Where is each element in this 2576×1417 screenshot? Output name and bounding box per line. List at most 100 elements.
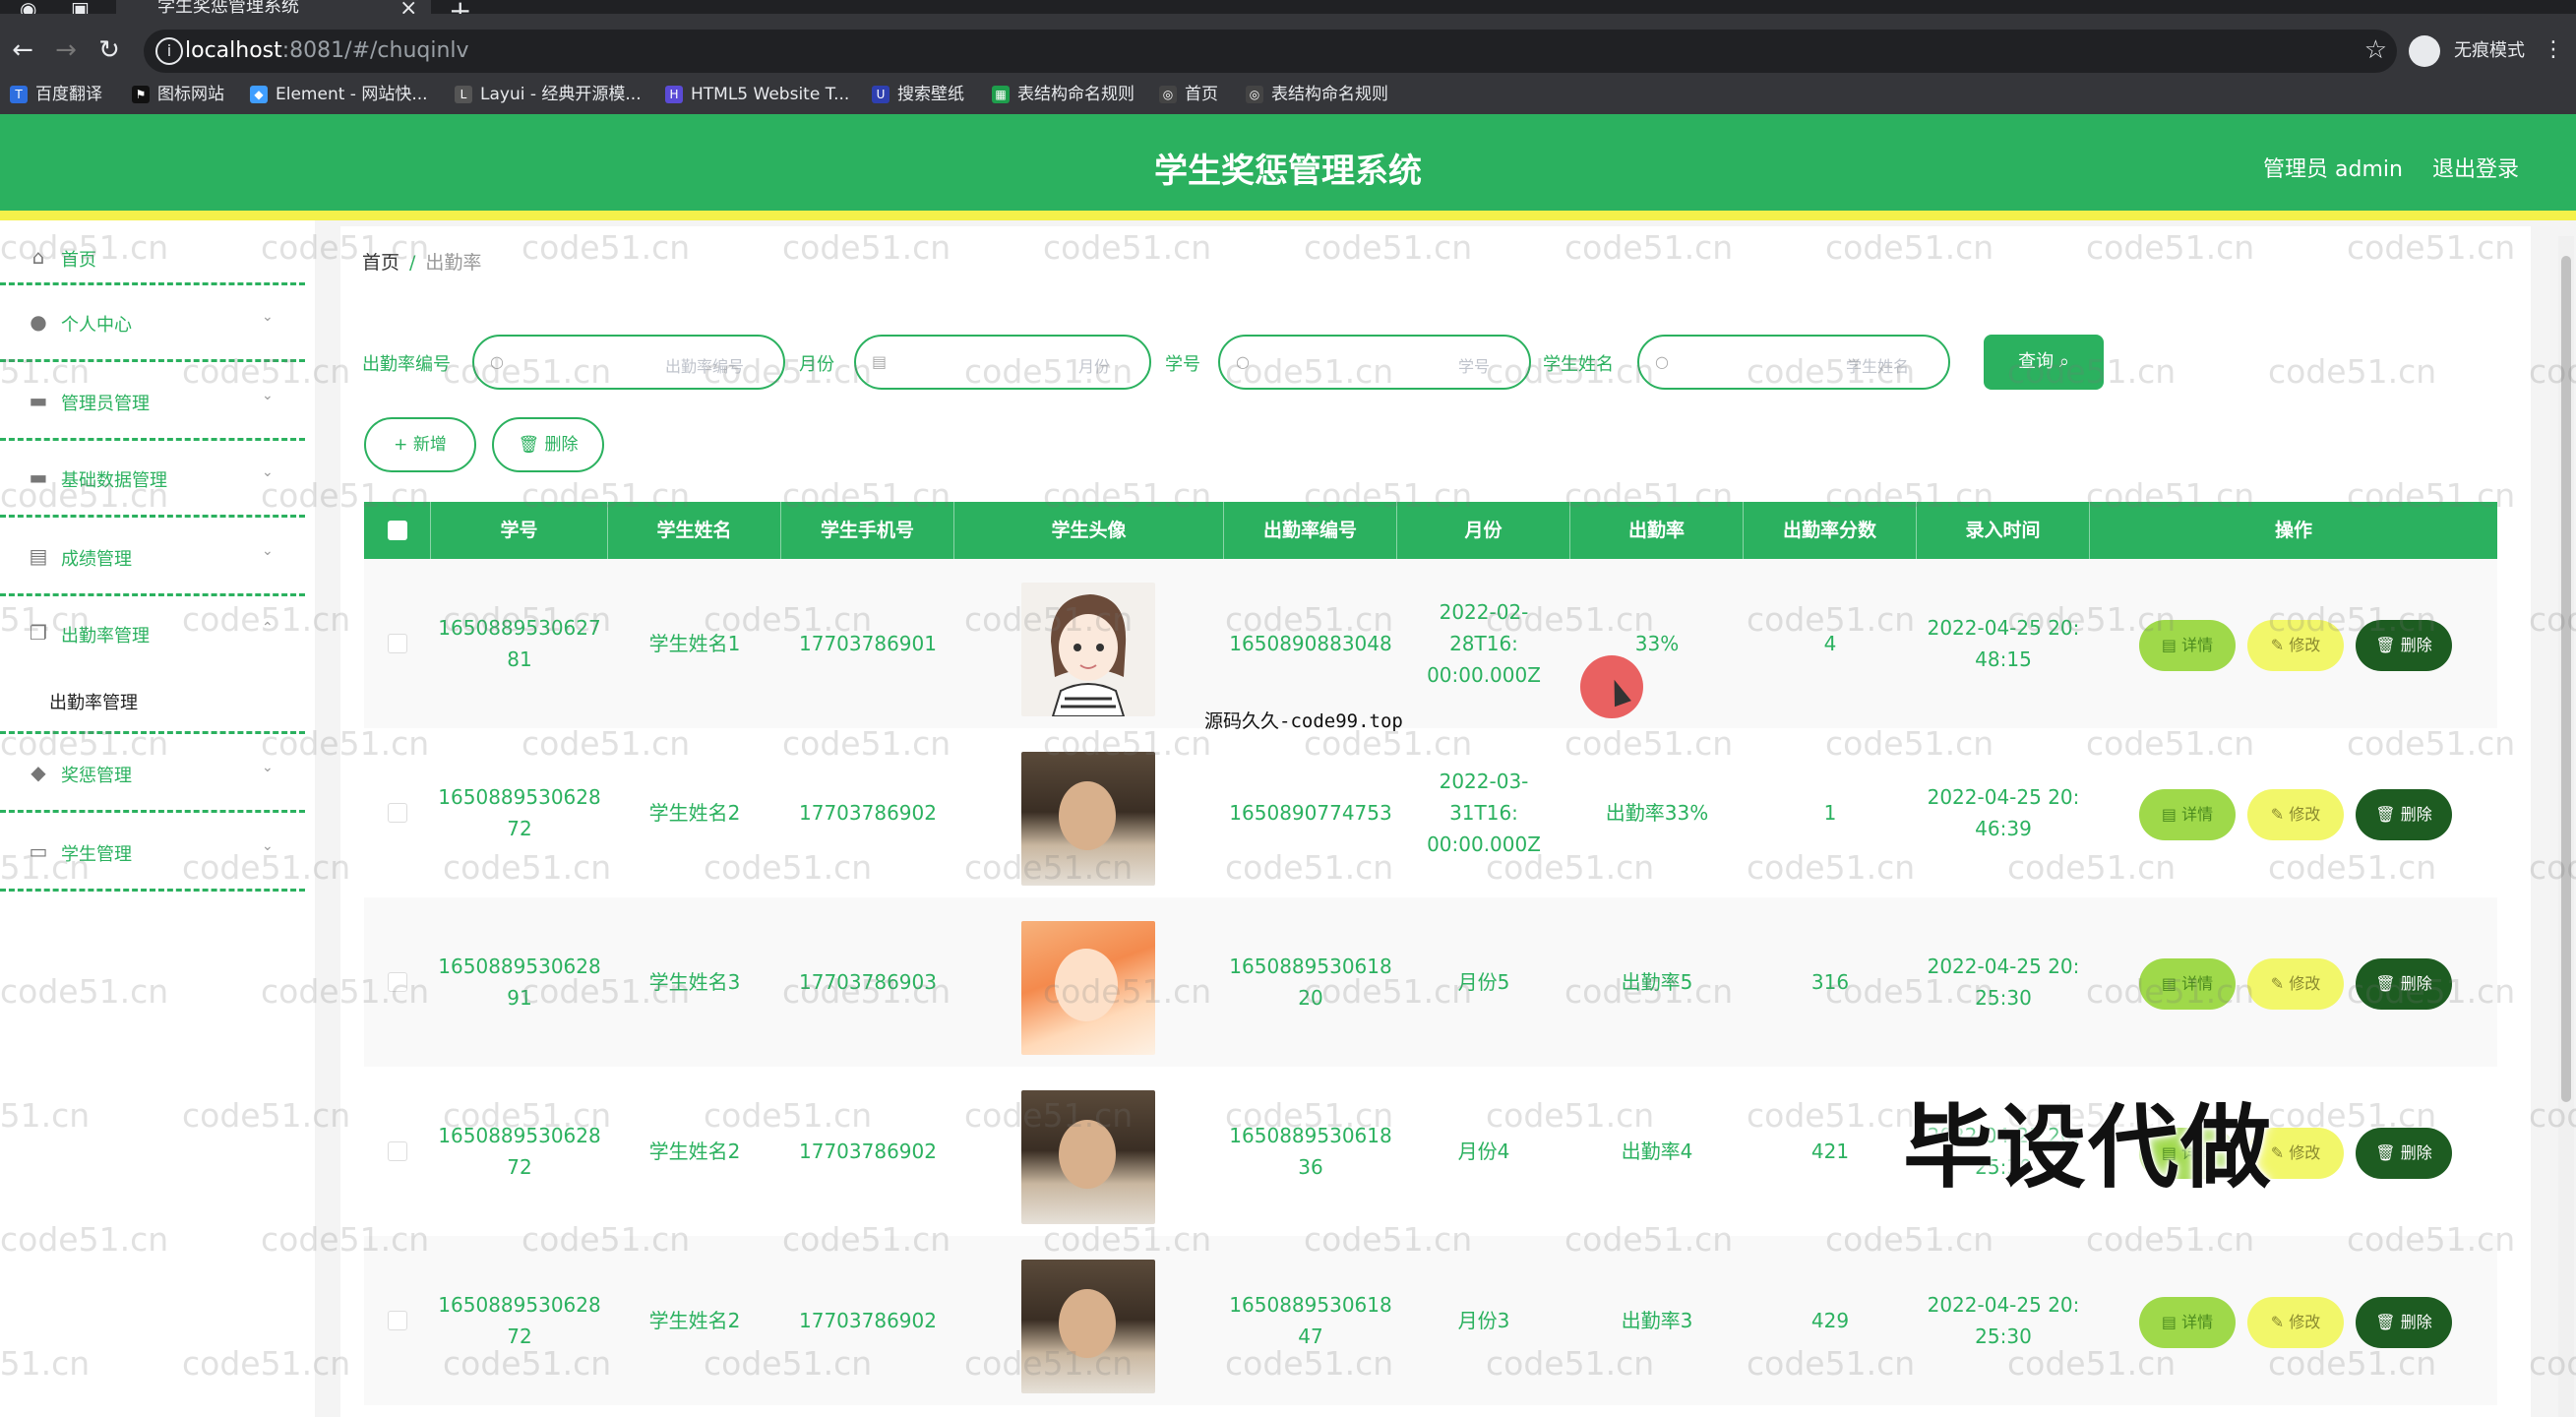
incognito-icon — [2409, 35, 2440, 67]
search-input-xuehao[interactable]: ○ 学号 — [1218, 335, 1531, 390]
detail-button[interactable]: ▤ 详情 — [2139, 620, 2236, 671]
search-icon: ○ — [490, 352, 504, 371]
cell-name: 学生姓名2 — [648, 1140, 741, 1163]
cell-score: 421 — [1810, 1140, 1850, 1163]
cell-xuehao: 1650889530628 72 — [438, 1124, 601, 1179]
info-icon[interactable]: i — [155, 37, 183, 65]
row-checkbox[interactable] — [388, 1311, 407, 1330]
attendance-icon: ❐ — [30, 621, 47, 645]
bookmark-item[interactable]: H HTML5 Website T... — [665, 83, 849, 106]
bookmark-item[interactable]: ◎ 首页 — [1159, 83, 1218, 106]
col-header: 学号 — [431, 502, 608, 559]
row-checkbox[interactable] — [388, 1141, 407, 1161]
header-select-all[interactable] — [364, 502, 431, 559]
breadcrumb: 首页 / 出勤率 — [362, 248, 481, 275]
cell-month: 月份5 — [1457, 970, 1510, 994]
sidebar-item-score[interactable]: ▤ 成绩管理 ⌄ — [0, 520, 305, 596]
cell-score: 4 — [1823, 632, 1837, 655]
edit-button[interactable]: ✎ 修改 — [2247, 1297, 2344, 1348]
forward-icon[interactable]: → — [51, 35, 81, 65]
sidebar-item-student[interactable]: ▭ 学生管理 ⌄ — [0, 815, 305, 892]
cell-name: 学生姓名1 — [648, 632, 741, 655]
row-delete-button[interactable]: 🗑 删除 — [2356, 1297, 2452, 1348]
sidebar-item-label: 管理员管理 — [61, 394, 150, 414]
sidebar-item-profile[interactable]: ● 个人中心 ⌄ — [0, 285, 305, 362]
submenu-item-attendance[interactable]: 出勤率管理 — [49, 689, 138, 714]
col-header: 月份 — [1397, 502, 1570, 559]
score-icon: ▤ — [29, 544, 48, 568]
col-header: 出勤率编号 — [1224, 502, 1397, 559]
row-delete-button[interactable]: 🗑 删除 — [2356, 958, 2452, 1010]
bookmark-item[interactable]: ◆ Element - 网站快... — [250, 83, 428, 106]
row-checkbox[interactable] — [388, 634, 407, 653]
row-delete-button[interactable]: 🗑 删除 — [2356, 1128, 2452, 1179]
add-button[interactable]: + 新增 — [364, 417, 476, 472]
detail-button[interactable]: ▤ 详情 — [2139, 1297, 2236, 1348]
wallpaper-icon: U — [872, 86, 889, 103]
edit-button[interactable]: ✎ 修改 — [2247, 620, 2344, 671]
search-input-code[interactable]: ○ 出勤率编号 — [472, 335, 785, 390]
bookmark-item[interactable]: ▦ 表结构命名规则 — [992, 83, 1135, 106]
sidebar-item-admin[interactable]: ▬ 管理员管理 ⌄ — [0, 364, 305, 441]
cell-rate: 出勤率4 — [1621, 1140, 1693, 1163]
scrollbar-thumb[interactable] — [2561, 256, 2571, 1102]
cell-score: 316 — [1810, 970, 1850, 994]
logout-button[interactable]: 退出登录 — [2432, 152, 2519, 183]
delete-button[interactable]: 🗑 删除 — [492, 417, 604, 472]
sidebar-item-award[interactable]: ◆ 奖惩管理 ⌄ — [0, 736, 305, 813]
bookmark-item[interactable]: L Layui - 经典开源模... — [455, 83, 642, 106]
back-icon[interactable]: ← — [8, 35, 37, 65]
query-button[interactable]: 查询 ⌕ — [1984, 335, 2104, 390]
select-all-checkbox[interactable] — [388, 521, 407, 540]
edit-button[interactable]: ✎ 修改 — [2247, 789, 2344, 840]
cell-code: 1650889530618 47 — [1229, 1293, 1392, 1348]
row-delete-button[interactable]: 🗑 删除 — [2356, 789, 2452, 840]
flag-icon: ⚑ — [132, 86, 150, 103]
search-icon: ○ — [1236, 352, 1250, 371]
bookmark-star-icon[interactable]: ☆ — [2364, 35, 2387, 65]
element-icon: ◆ — [250, 86, 268, 103]
search-input-name[interactable]: ○ 学生姓名 — [1637, 335, 1950, 390]
edit-button[interactable]: ✎ 修改 — [2247, 958, 2344, 1010]
cell-code: 1650890774753 — [1229, 801, 1392, 825]
row-checkbox[interactable] — [388, 972, 407, 992]
bookmark-item[interactable]: U 搜索壁纸 — [872, 83, 964, 106]
bookmark-item[interactable]: ⚑ 图标网站 — [132, 83, 224, 106]
cell-month: 2022-02-28T16: 00:00.000Z — [1427, 600, 1541, 687]
address-bar[interactable]: i localhost:8081/#/chuqinlv ☆ — [144, 30, 2397, 73]
reload-icon[interactable]: ↻ — [94, 35, 124, 65]
calendar-icon: ▤ — [872, 352, 888, 371]
student-avatar — [1021, 583, 1155, 716]
cell-xuehao: 1650889530627 81 — [438, 616, 601, 671]
input-placeholder: 学生姓名 — [1845, 357, 1909, 376]
photo-face — [1059, 781, 1116, 850]
cartoon-girl-image — [1051, 594, 1127, 716]
bookmark-item[interactable]: ◎ 表结构命名规则 — [1246, 83, 1388, 106]
sidebar-item-attendance[interactable]: ❐ 出勤率管理 ⌃ 出勤率管理 — [0, 596, 305, 734]
photo-face — [1059, 1120, 1116, 1189]
sidebar-item-basic-data[interactable]: ▬ 基础数据管理 ⌄ — [0, 441, 305, 518]
browser-tab[interactable]: 学生奖惩管理系统 — [116, 0, 431, 14]
cell-name: 学生姓名2 — [648, 1309, 741, 1332]
sidebar-item-label: 学生管理 — [61, 844, 132, 865]
sidebar-item-label: 成绩管理 — [61, 549, 132, 570]
breadcrumb-home[interactable]: 首页 — [362, 252, 399, 274]
input-placeholder: 出勤率编号 — [664, 357, 744, 376]
browser-menu-icon[interactable]: ⋮ — [2543, 39, 2564, 61]
row-delete-button[interactable]: 🗑 删除 — [2356, 620, 2452, 671]
cell-time: 2022-04-25 20: 25:30 — [1927, 955, 2080, 1010]
row-checkbox[interactable] — [388, 803, 407, 823]
incognito-profile[interactable]: 无痕模式 — [2409, 31, 2525, 71]
detail-button[interactable]: ▤ 详情 — [2139, 958, 2236, 1010]
student-icon: ▭ — [29, 839, 48, 863]
col-header: 学生手机号 — [781, 502, 954, 559]
search-input-month[interactable]: ▤ 月份 — [854, 335, 1151, 390]
cell-phone: 17703786902 — [799, 1140, 937, 1163]
col-header: 学生头像 — [954, 502, 1224, 559]
breadcrumb-current: 出勤率 — [425, 252, 482, 274]
bookmark-item[interactable]: T 百度翻译 — [10, 83, 102, 106]
chevron-up-icon: ⌃ — [262, 620, 274, 636]
cell-xuehao: 1650889530628 91 — [438, 955, 601, 1010]
detail-button[interactable]: ▤ 详情 — [2139, 789, 2236, 840]
cell-score: 1 — [1823, 801, 1837, 825]
